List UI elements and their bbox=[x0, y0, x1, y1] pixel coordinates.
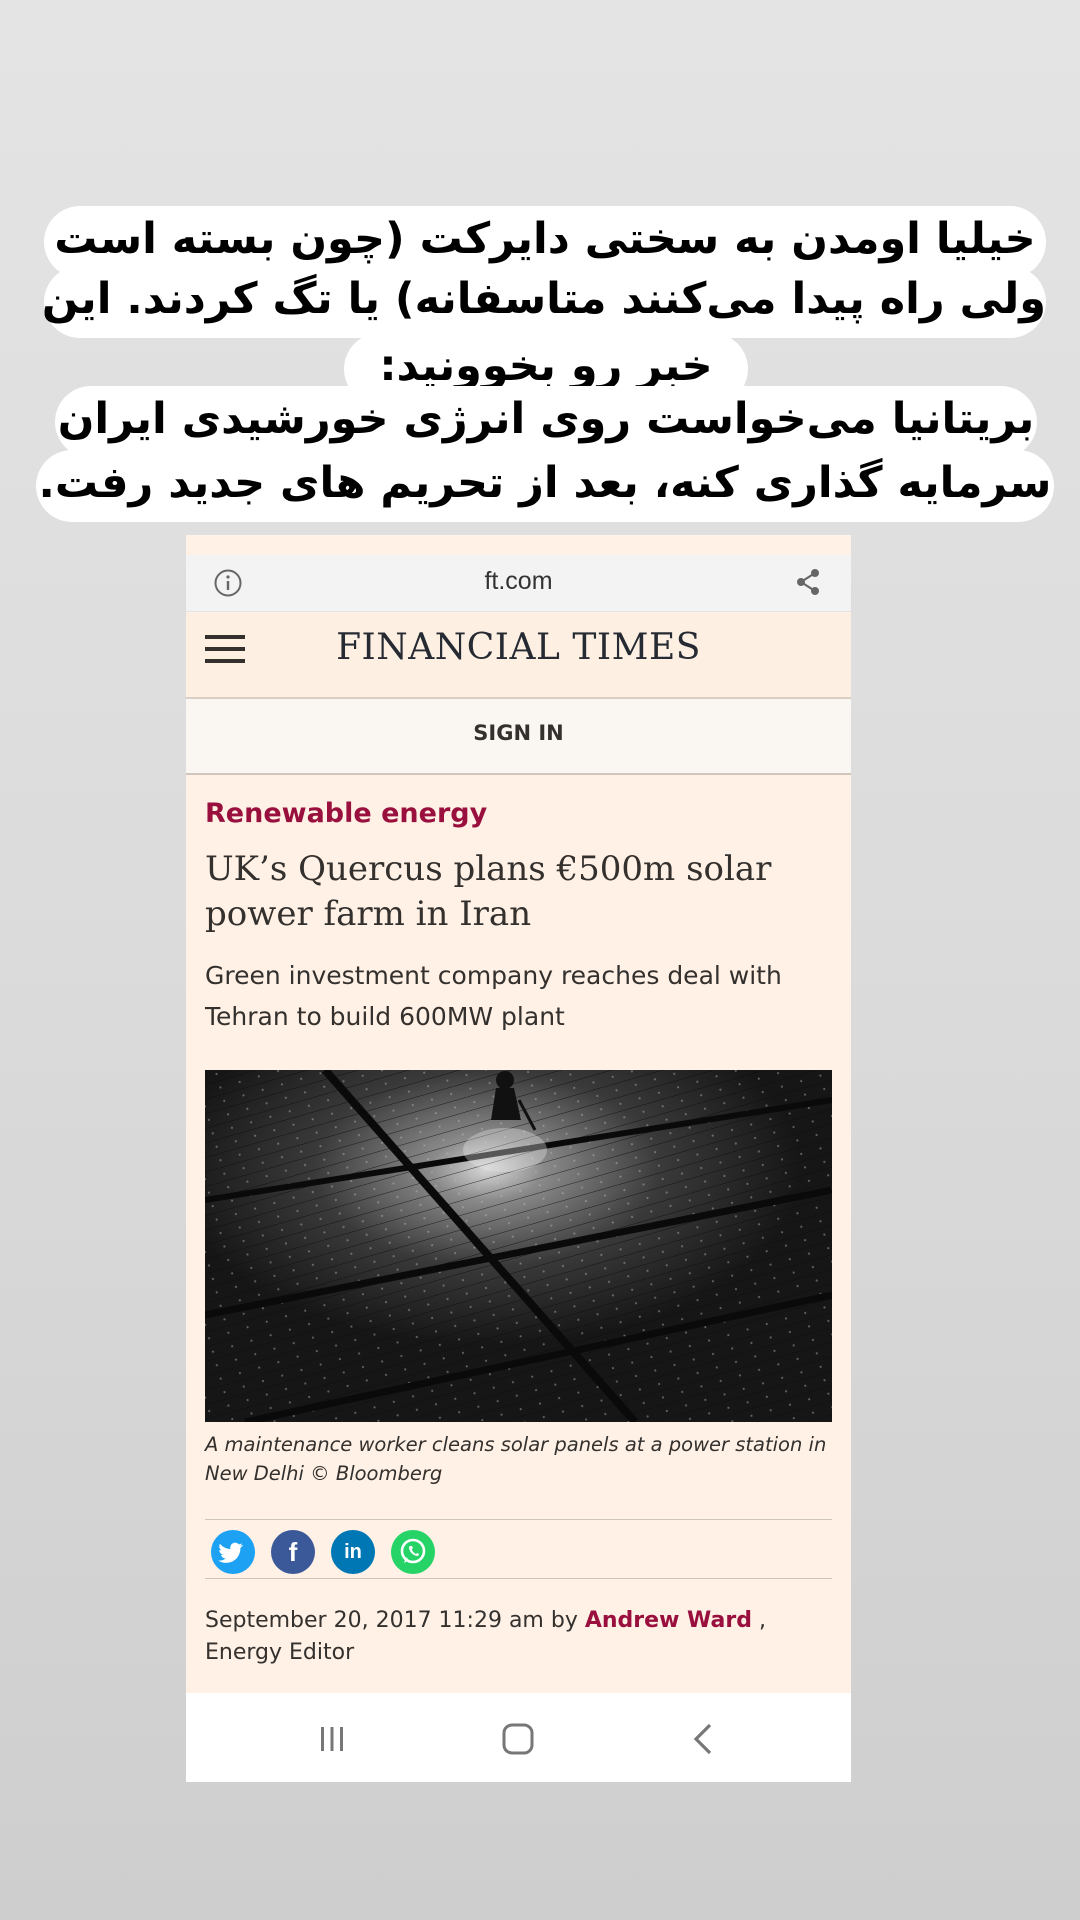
linkedin-icon[interactable]: in bbox=[331, 1530, 375, 1574]
share-bar: f in bbox=[205, 1519, 832, 1579]
sign-in-bar[interactable]: SIGN IN bbox=[186, 699, 851, 775]
sign-in-button[interactable]: SIGN IN bbox=[186, 721, 851, 745]
facebook-icon[interactable]: f bbox=[271, 1530, 315, 1574]
browser-url-bar: ft.com bbox=[186, 555, 851, 612]
author-link[interactable]: Andrew Ward bbox=[585, 1608, 752, 1633]
whatsapp-icon[interactable] bbox=[391, 1530, 435, 1574]
share-icon[interactable] bbox=[793, 567, 823, 597]
byline-by: by bbox=[550, 1608, 578, 1633]
twitter-icon[interactable] bbox=[211, 1530, 255, 1574]
caption-line-5: سرمایه گذاری کنه، بعد از تحریم های جدید … bbox=[36, 450, 1054, 522]
article-image bbox=[205, 1070, 832, 1422]
article-standfirst: Green investment company reaches deal wi… bbox=[205, 961, 782, 1031]
caption-line-2: ولی راه پیدا می‌کنند متاسفانه) یا تگ کرد… bbox=[42, 266, 1046, 338]
android-nav-bar bbox=[186, 1693, 851, 1782]
url-text[interactable]: ft.com bbox=[186, 567, 851, 596]
article-topic-link[interactable]: Renewable energy bbox=[205, 798, 487, 829]
site-logo[interactable]: FINANCIAL TIMES bbox=[186, 627, 851, 668]
back-icon[interactable] bbox=[684, 1721, 724, 1757]
caption-line-4: بریتانیا می‌خواست روی انرژی خورشیدی ایرا… bbox=[55, 386, 1037, 458]
phone-screenshot: ft.com FINANCIAL TIMES SIGN IN Renewable… bbox=[186, 535, 851, 1782]
recent-apps-icon[interactable] bbox=[312, 1721, 352, 1757]
article-byline: September 20, 2017 11:29 am by Andrew Wa… bbox=[205, 1605, 835, 1669]
home-icon[interactable] bbox=[498, 1721, 538, 1757]
image-caption: A maintenance worker cleans solar panels… bbox=[205, 1433, 827, 1485]
site-header: FINANCIAL TIMES bbox=[186, 613, 851, 699]
publish-date: September 20, 2017 11:29 am bbox=[205, 1608, 544, 1633]
article-headline: UK’s Quercus plans €500m solar power far… bbox=[205, 849, 772, 934]
